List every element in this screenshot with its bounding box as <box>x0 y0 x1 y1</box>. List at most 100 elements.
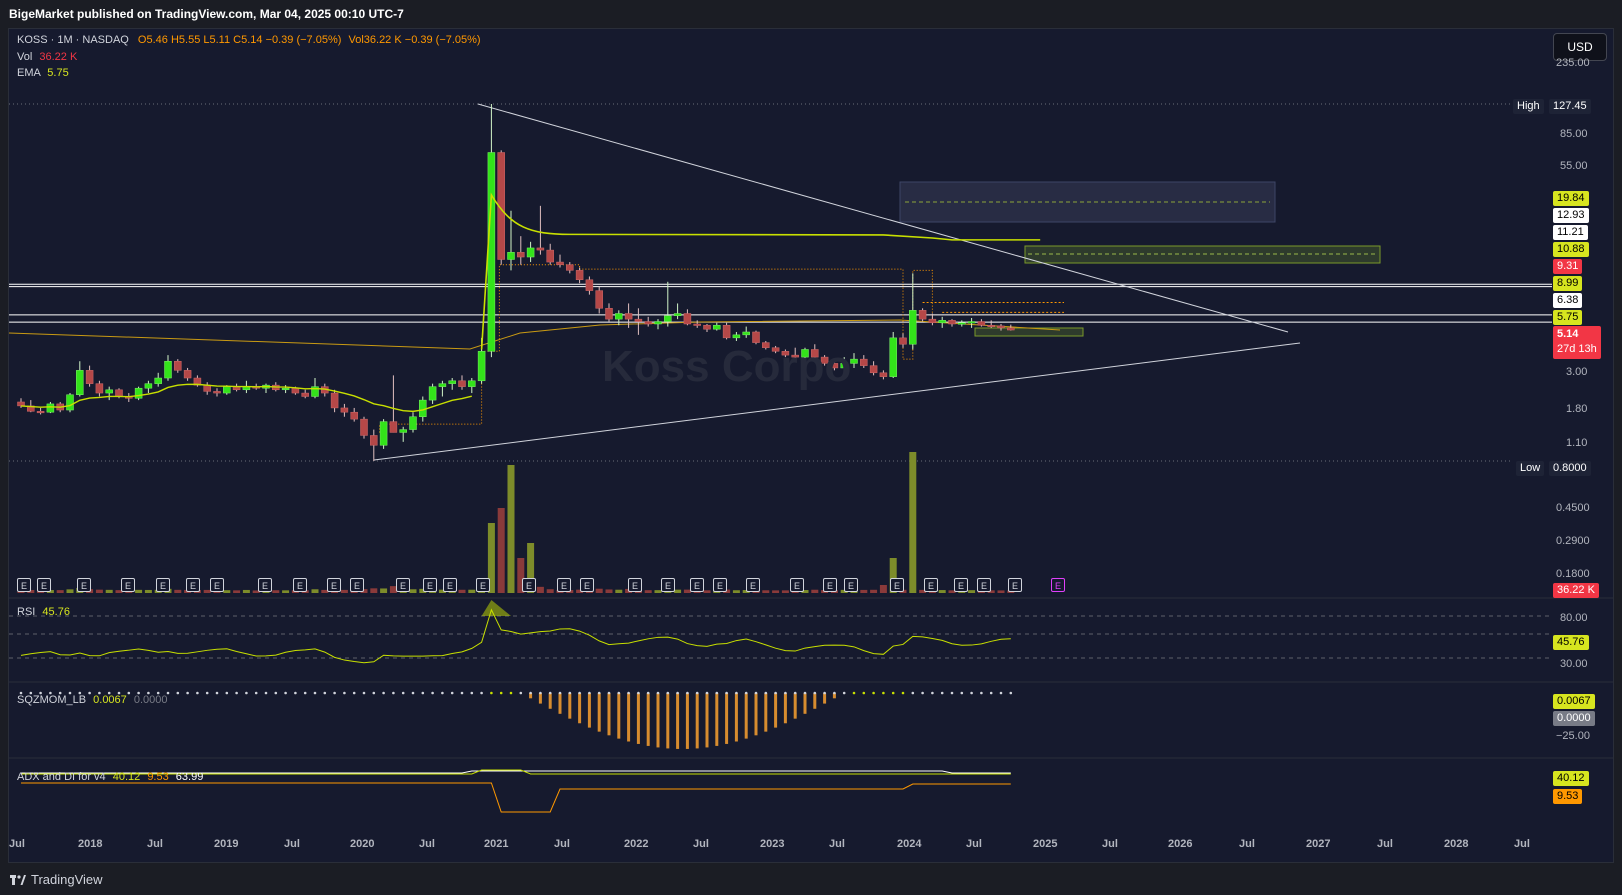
volume-legend[interactable]: Vol 36.22 K <box>17 51 77 63</box>
sqzmom-zero-dot <box>646 691 650 695</box>
rsi-legend[interactable]: RSI 45.76 <box>17 606 70 618</box>
earnings-badge[interactable]: E <box>713 578 727 592</box>
earnings-badge[interactable]: E <box>1008 578 1022 592</box>
earnings-badge[interactable]: E <box>476 578 490 592</box>
candle-body <box>183 370 192 379</box>
earnings-badge[interactable]: E <box>210 578 224 592</box>
sqzmom-histogram-bar <box>744 693 748 739</box>
earnings-badge[interactable]: E <box>186 578 200 592</box>
earnings-badge[interactable]: E <box>890 578 904 592</box>
earnings-badge[interactable]: E <box>844 578 858 592</box>
earnings-badge[interactable]: E <box>121 578 135 592</box>
sqzmom-zero-dot <box>656 691 660 695</box>
earnings-badge[interactable]: E <box>924 578 938 592</box>
candle-body <box>997 325 1005 329</box>
earnings-badge[interactable]: E <box>977 578 991 592</box>
earnings-badge[interactable]: E <box>156 578 170 592</box>
candle-body <box>438 383 447 387</box>
earnings-badge[interactable]: E <box>823 578 837 592</box>
earnings-badge[interactable]: E <box>954 578 968 592</box>
chart-canvas[interactable] <box>0 0 1622 866</box>
candle-body <box>928 318 937 324</box>
candle-body <box>468 380 476 387</box>
candle-body <box>899 337 907 345</box>
volume-bar <box>781 590 789 593</box>
symbol-title[interactable]: KOSS · 1M · NASDAQ <box>17 34 129 46</box>
sqzmom-zero-dot <box>176 691 180 695</box>
time-axis-label: Jul <box>966 838 982 850</box>
earnings-badge[interactable]: E <box>37 578 51 592</box>
sqzmom-histogram-bar <box>636 693 640 744</box>
sqzmom-zero-dot <box>666 691 670 695</box>
sqzmom-histogram-bar <box>695 693 699 749</box>
earnings-badge[interactable]: E <box>628 578 642 592</box>
rsi-legend-value: 45.76 <box>42 606 70 618</box>
adx-legend-value1: 40.12 <box>112 771 141 783</box>
sqzmom-histogram-bar <box>578 693 582 724</box>
sqzmom-zero-dot <box>254 691 258 695</box>
earnings-badge[interactable]: E <box>327 578 341 592</box>
time-axis-label: 2028 <box>1444 838 1469 850</box>
sqzmom-zero-dot <box>235 691 238 695</box>
candle-body <box>507 252 515 260</box>
sqzmom-zero-dot <box>568 691 572 695</box>
earnings-badge[interactable]: E <box>77 578 91 592</box>
sqzmom-histogram-bar <box>754 693 758 736</box>
earnings-badge[interactable]: E <box>746 578 760 592</box>
volume-bar <box>762 590 770 593</box>
candle-body <box>370 435 378 446</box>
earnings-badge[interactable]: E <box>258 578 272 592</box>
price-tick: 1.10 <box>1566 437 1588 449</box>
earnings-badge[interactable]: E <box>293 578 307 592</box>
earnings-badge[interactable]: E <box>522 578 536 592</box>
earnings-badge[interactable]: E <box>443 578 457 592</box>
sqzmom-zero-dot <box>421 691 425 695</box>
sqzmom-zero-dot <box>617 691 621 695</box>
sqzmom-histogram-bar <box>705 693 709 748</box>
candle-body <box>458 380 466 387</box>
candle-body <box>134 387 143 399</box>
volume-bar <box>811 589 819 593</box>
vol-value: Vol36.22 K <box>348 34 402 46</box>
rsi-value-label: 45.76 <box>1553 635 1589 650</box>
volume-bar <box>95 589 103 593</box>
earnings-badge[interactable]: E <box>350 578 364 592</box>
earnings-badge[interactable]: E <box>580 578 594 592</box>
symbol-legend[interactable]: KOSS · 1M · NASDAQ O5.46 H5.55 L5.11 C5.… <box>17 34 481 46</box>
adx-legend-value3: 63.99 <box>175 771 204 783</box>
earnings-badge[interactable]: E <box>17 578 31 592</box>
sqzmom-legend-label: SQZMOM_LB <box>17 694 87 706</box>
time-axis-label: 2018 <box>78 838 103 850</box>
time-axis-label: Jul <box>693 838 709 850</box>
candle-body <box>409 416 417 430</box>
candle-body <box>615 313 623 320</box>
candle-body <box>115 389 123 397</box>
candle-body <box>850 358 858 364</box>
sqzmom-zero-dot <box>833 691 836 695</box>
earnings-badge[interactable]: E <box>1051 578 1065 592</box>
candle-body <box>634 318 643 322</box>
candle-body <box>909 310 917 345</box>
sqzmom-zero-dot <box>950 691 954 695</box>
candle-body <box>76 370 84 396</box>
candle-body <box>556 261 564 265</box>
earnings-badge[interactable]: E <box>423 578 437 592</box>
ema-legend[interactable]: EMA 5.75 <box>17 67 69 79</box>
low-value: L5.11 <box>203 34 231 46</box>
earnings-badge[interactable]: E <box>396 578 410 592</box>
sqzmom-zero-dot <box>490 691 493 695</box>
sqzmom-legend[interactable]: SQZMOM_LB 0.0067 0.0000 <box>17 694 168 706</box>
volume-bar <box>272 590 280 593</box>
sqzmom-zero-dot <box>509 691 513 695</box>
earnings-badge[interactable]: E <box>661 578 675 592</box>
volume-bar <box>870 589 878 593</box>
adx-legend[interactable]: ADX and DI for v4 40.12 9.53 63.99 <box>17 771 203 783</box>
earnings-badge[interactable]: E <box>790 578 804 592</box>
price-tick: 85.00 <box>1560 128 1588 140</box>
vol-change-value: −0.39 (−7.05%) <box>404 34 481 46</box>
sqzmom-legend-value: 0.0067 <box>93 694 127 706</box>
tradingview-brand[interactable]: TradingView <box>10 872 103 887</box>
candle-body <box>526 247 535 258</box>
earnings-badge[interactable]: E <box>557 578 571 592</box>
earnings-badge[interactable]: E <box>690 578 704 592</box>
